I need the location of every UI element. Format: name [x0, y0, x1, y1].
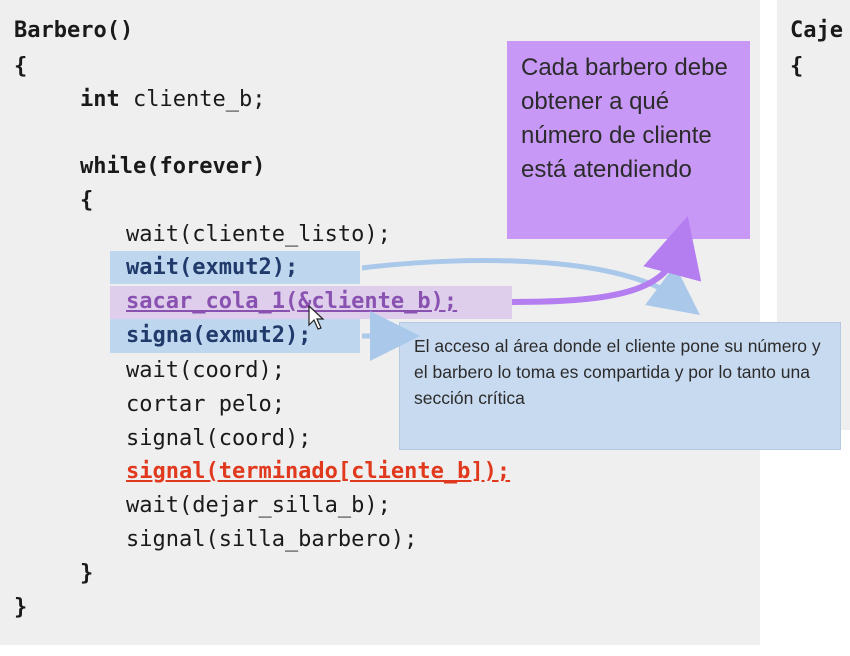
- callout-barbero-numero: Cada barbero debe obtener a qué número d…: [507, 41, 750, 239]
- code-line-signal-coord: signal(coord);: [126, 426, 312, 451]
- side-title: Caje: [790, 18, 843, 43]
- while-open-brace: {: [80, 188, 94, 213]
- side-brace: {: [790, 54, 804, 79]
- keyword-int: int: [80, 87, 120, 112]
- declaration-line: int cliente_b;: [80, 85, 265, 115]
- code-line-signal-terminado: signal(terminado[cliente_b]);: [126, 459, 511, 484]
- code-line-wait-dejar-silla: wait(dejar_silla_b);: [126, 493, 391, 518]
- code-line-wait-exmut2: wait(exmut2);: [126, 255, 299, 280]
- side-code-block: Caje {: [0, 0, 843, 79]
- code-line-signa-exmut2: signa(exmut2);: [126, 323, 312, 348]
- code-line-cortar-pelo: cortar pelo;: [126, 392, 285, 417]
- code-line-wait-coord: wait(coord);: [126, 358, 285, 383]
- while-close-brace: }: [80, 561, 94, 586]
- declaration-variable: cliente_b;: [119, 87, 266, 112]
- function-signature: Barbero(): [14, 18, 134, 43]
- while-line: while(forever): [80, 154, 266, 179]
- code-line-wait-cliente-listo: wait(cliente_listo);: [126, 222, 391, 247]
- close-brace: }: [14, 595, 28, 620]
- code-line-sacar-cola: sacar_cola_1(&cliente_b);: [126, 289, 458, 314]
- callout-seccion-critica: El acceso al área donde el cliente pone …: [399, 322, 841, 450]
- code-line-signal-silla-barbero: signal(silla_barbero);: [126, 527, 418, 552]
